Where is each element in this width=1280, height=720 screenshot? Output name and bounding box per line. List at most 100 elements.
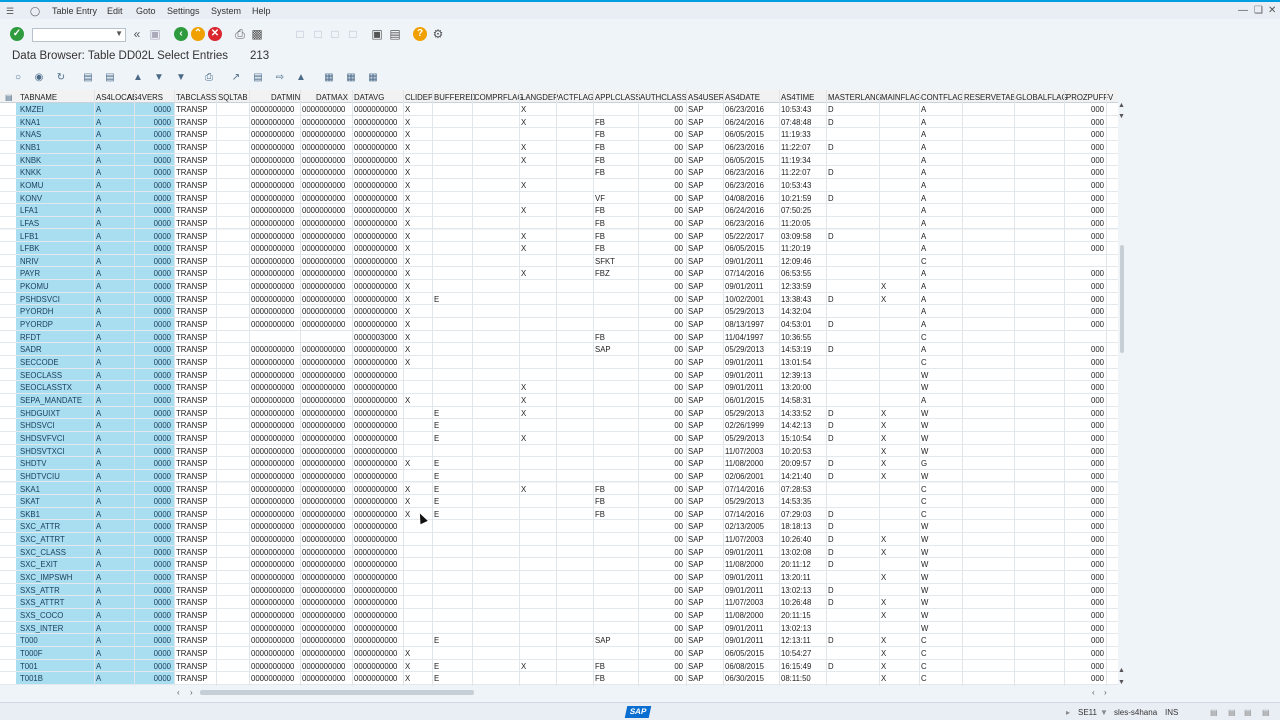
cell-tabname[interactable]: KNB1 (20, 143, 40, 152)
cell-as4date[interactable]: 09/01/2011 (725, 358, 763, 367)
cell-tabclass[interactable]: TRANSP (176, 269, 208, 278)
save-icon[interactable]: ▣ (148, 27, 162, 41)
cell-as4date[interactable]: 06/24/2016 (725, 118, 764, 127)
cell-tabname[interactable]: SHDGUIXT (20, 409, 60, 418)
cell-prozpuff[interactable]: 000 (1091, 307, 1104, 316)
cell-as4date[interactable]: 06/05/2015 (725, 156, 764, 165)
cell-datmax[interactable]: 0000000000 (302, 143, 345, 152)
cell-tabclass[interactable]: TRANSP (176, 371, 208, 380)
cell-as4vers[interactable]: 0000 (154, 257, 171, 266)
glasses-icon[interactable]: ○ (12, 71, 24, 84)
table-row[interactable]: KNKK A 0000 TRANSP 0000000000 0000000000 00000… (0, 166, 1118, 179)
cell-as4local[interactable]: A (96, 510, 101, 519)
cell-as4vers[interactable]: 0000 (154, 232, 171, 241)
cell-datavg[interactable]: 0000000000 (354, 143, 397, 152)
cell-contflag[interactable]: C (921, 333, 927, 342)
cell-as4date[interactable]: 06/30/2015 (725, 674, 764, 683)
cell-datmax[interactable]: 0000000000 (302, 307, 345, 316)
cell-tabname[interactable]: PYORDH (20, 307, 53, 316)
cell-tabname[interactable]: SHDTV (20, 459, 46, 468)
cell-prozpuff[interactable]: 000 (1091, 421, 1104, 430)
cell-as4time[interactable]: 14:58:31 (781, 396, 811, 405)
cell-as4local[interactable]: A (96, 232, 101, 241)
cell-as4date[interactable]: 09/01/2011 (725, 383, 763, 392)
details-icon[interactable]: ▤ (104, 71, 116, 84)
cell-as4time[interactable]: 18:18:13 (781, 522, 811, 531)
cell-applclass[interactable]: SFKT (595, 257, 615, 266)
cell-clidep[interactable]: X (405, 333, 410, 342)
cell-datmax[interactable]: 0000000000 (302, 345, 345, 354)
scroll-down-page-icon[interactable]: ▲ (1118, 667, 1125, 674)
column-header-datmin[interactable]: DATMIN (271, 93, 300, 102)
cell-buffered[interactable]: E (434, 510, 439, 519)
cell-tabclass[interactable]: TRANSP (176, 560, 208, 569)
cell-tabclass[interactable]: TRANSP (176, 156, 208, 165)
cell-tabname[interactable]: SHDSVCI (20, 421, 55, 430)
status-expand-icon[interactable]: ▸ (1066, 708, 1070, 717)
cell-authclass[interactable]: 00 (674, 371, 683, 380)
cell-as4user[interactable]: SAP (688, 636, 704, 645)
cell-as4vers[interactable]: 0000 (154, 396, 171, 405)
cell-authclass[interactable]: 00 (674, 105, 683, 114)
cell-tabname[interactable]: SKA1 (20, 485, 40, 494)
cell-as4vers[interactable]: 0000 (154, 269, 171, 278)
cell-tabname[interactable]: T000F (20, 649, 43, 658)
cell-langdep[interactable]: X (521, 662, 526, 671)
cell-tabname[interactable]: KONV (20, 194, 42, 203)
cell-datavg[interactable]: 0000000000 (354, 383, 397, 392)
cell-datavg[interactable]: 0000000000 (354, 522, 397, 531)
cell-as4user[interactable]: SAP (688, 598, 704, 607)
cell-authclass[interactable]: 00 (674, 156, 683, 165)
cell-as4time[interactable]: 14:53:19 (781, 345, 811, 354)
cell-tabclass[interactable]: TRANSP (176, 358, 208, 367)
cell-as4date[interactable]: 06/23/2016 (725, 168, 764, 177)
cell-as4date[interactable]: 08/13/1997 (725, 320, 764, 329)
cell-prozpuff[interactable]: 000 (1091, 181, 1104, 190)
cell-contflag[interactable]: W (921, 371, 928, 380)
display-icon[interactable]: ◉ (33, 71, 45, 84)
cell-as4date[interactable]: 11/07/2003 (725, 447, 763, 456)
cell-mainflag[interactable]: X (881, 409, 886, 418)
scroll-left-icon[interactable]: ‹ (177, 688, 180, 697)
cell-prozpuff[interactable]: 000 (1091, 206, 1104, 215)
cell-as4local[interactable]: A (96, 649, 101, 658)
cell-prozpuff[interactable]: 000 (1091, 586, 1104, 595)
scroll-right-icon[interactable]: › (1104, 688, 1107, 697)
cell-contflag[interactable]: A (921, 105, 926, 114)
table-row[interactable]: LFBK A 0000 TRANSP 0000000000 0000000000 00000… (0, 242, 1118, 255)
cell-datmin[interactable]: 0000000000 (251, 548, 294, 557)
cell-tabclass[interactable]: TRANSP (176, 497, 208, 506)
cell-authclass[interactable]: 00 (674, 232, 683, 241)
cell-prozpuff[interactable]: 000 (1091, 636, 1104, 645)
cell-contflag[interactable]: W (921, 586, 928, 595)
cell-clidep[interactable]: X (405, 156, 410, 165)
cell-buffered[interactable]: E (434, 459, 439, 468)
cell-contflag[interactable]: G (921, 459, 927, 468)
cell-mainflag[interactable]: X (881, 611, 886, 620)
cell-datmax[interactable]: 0000000000 (302, 624, 345, 633)
cell-as4vers[interactable]: 0000 (154, 586, 171, 595)
cell-datmax[interactable]: 0000000000 (302, 485, 345, 494)
cell-datavg[interactable]: 0000000000 (354, 295, 397, 304)
cell-datmax[interactable]: 0000000000 (302, 244, 345, 253)
column-header-actflag[interactable]: ACTFLAG (558, 93, 594, 102)
cell-as4time[interactable]: 12:13:11 (781, 636, 811, 645)
menu-item-system[interactable]: System (211, 6, 241, 16)
cell-tabname[interactable]: PKOMU (20, 282, 49, 291)
check-table-icon[interactable]: ▤ (82, 71, 94, 84)
cell-mainflag[interactable]: X (881, 674, 886, 683)
previous-page-icon[interactable]: □ (311, 27, 325, 41)
cell-as4local[interactable]: A (96, 244, 101, 253)
cell-clidep[interactable]: X (405, 232, 410, 241)
cell-datmax[interactable]: 0000000000 (302, 662, 345, 671)
cell-datmax[interactable]: 0000000000 (302, 257, 345, 266)
cell-as4time[interactable]: 20:11:15 (781, 611, 811, 620)
cell-authclass[interactable]: 00 (674, 535, 683, 544)
cell-langdep[interactable]: X (521, 485, 526, 494)
cell-as4time[interactable]: 14:42:13 (781, 421, 811, 430)
cell-prozpuff[interactable]: 000 (1091, 232, 1104, 241)
cell-tabname[interactable]: SADR (20, 345, 42, 354)
cell-datmax[interactable]: 0000000000 (302, 598, 345, 607)
cell-mainflag[interactable]: X (881, 447, 886, 456)
cell-prozpuff[interactable]: 000 (1091, 447, 1104, 456)
